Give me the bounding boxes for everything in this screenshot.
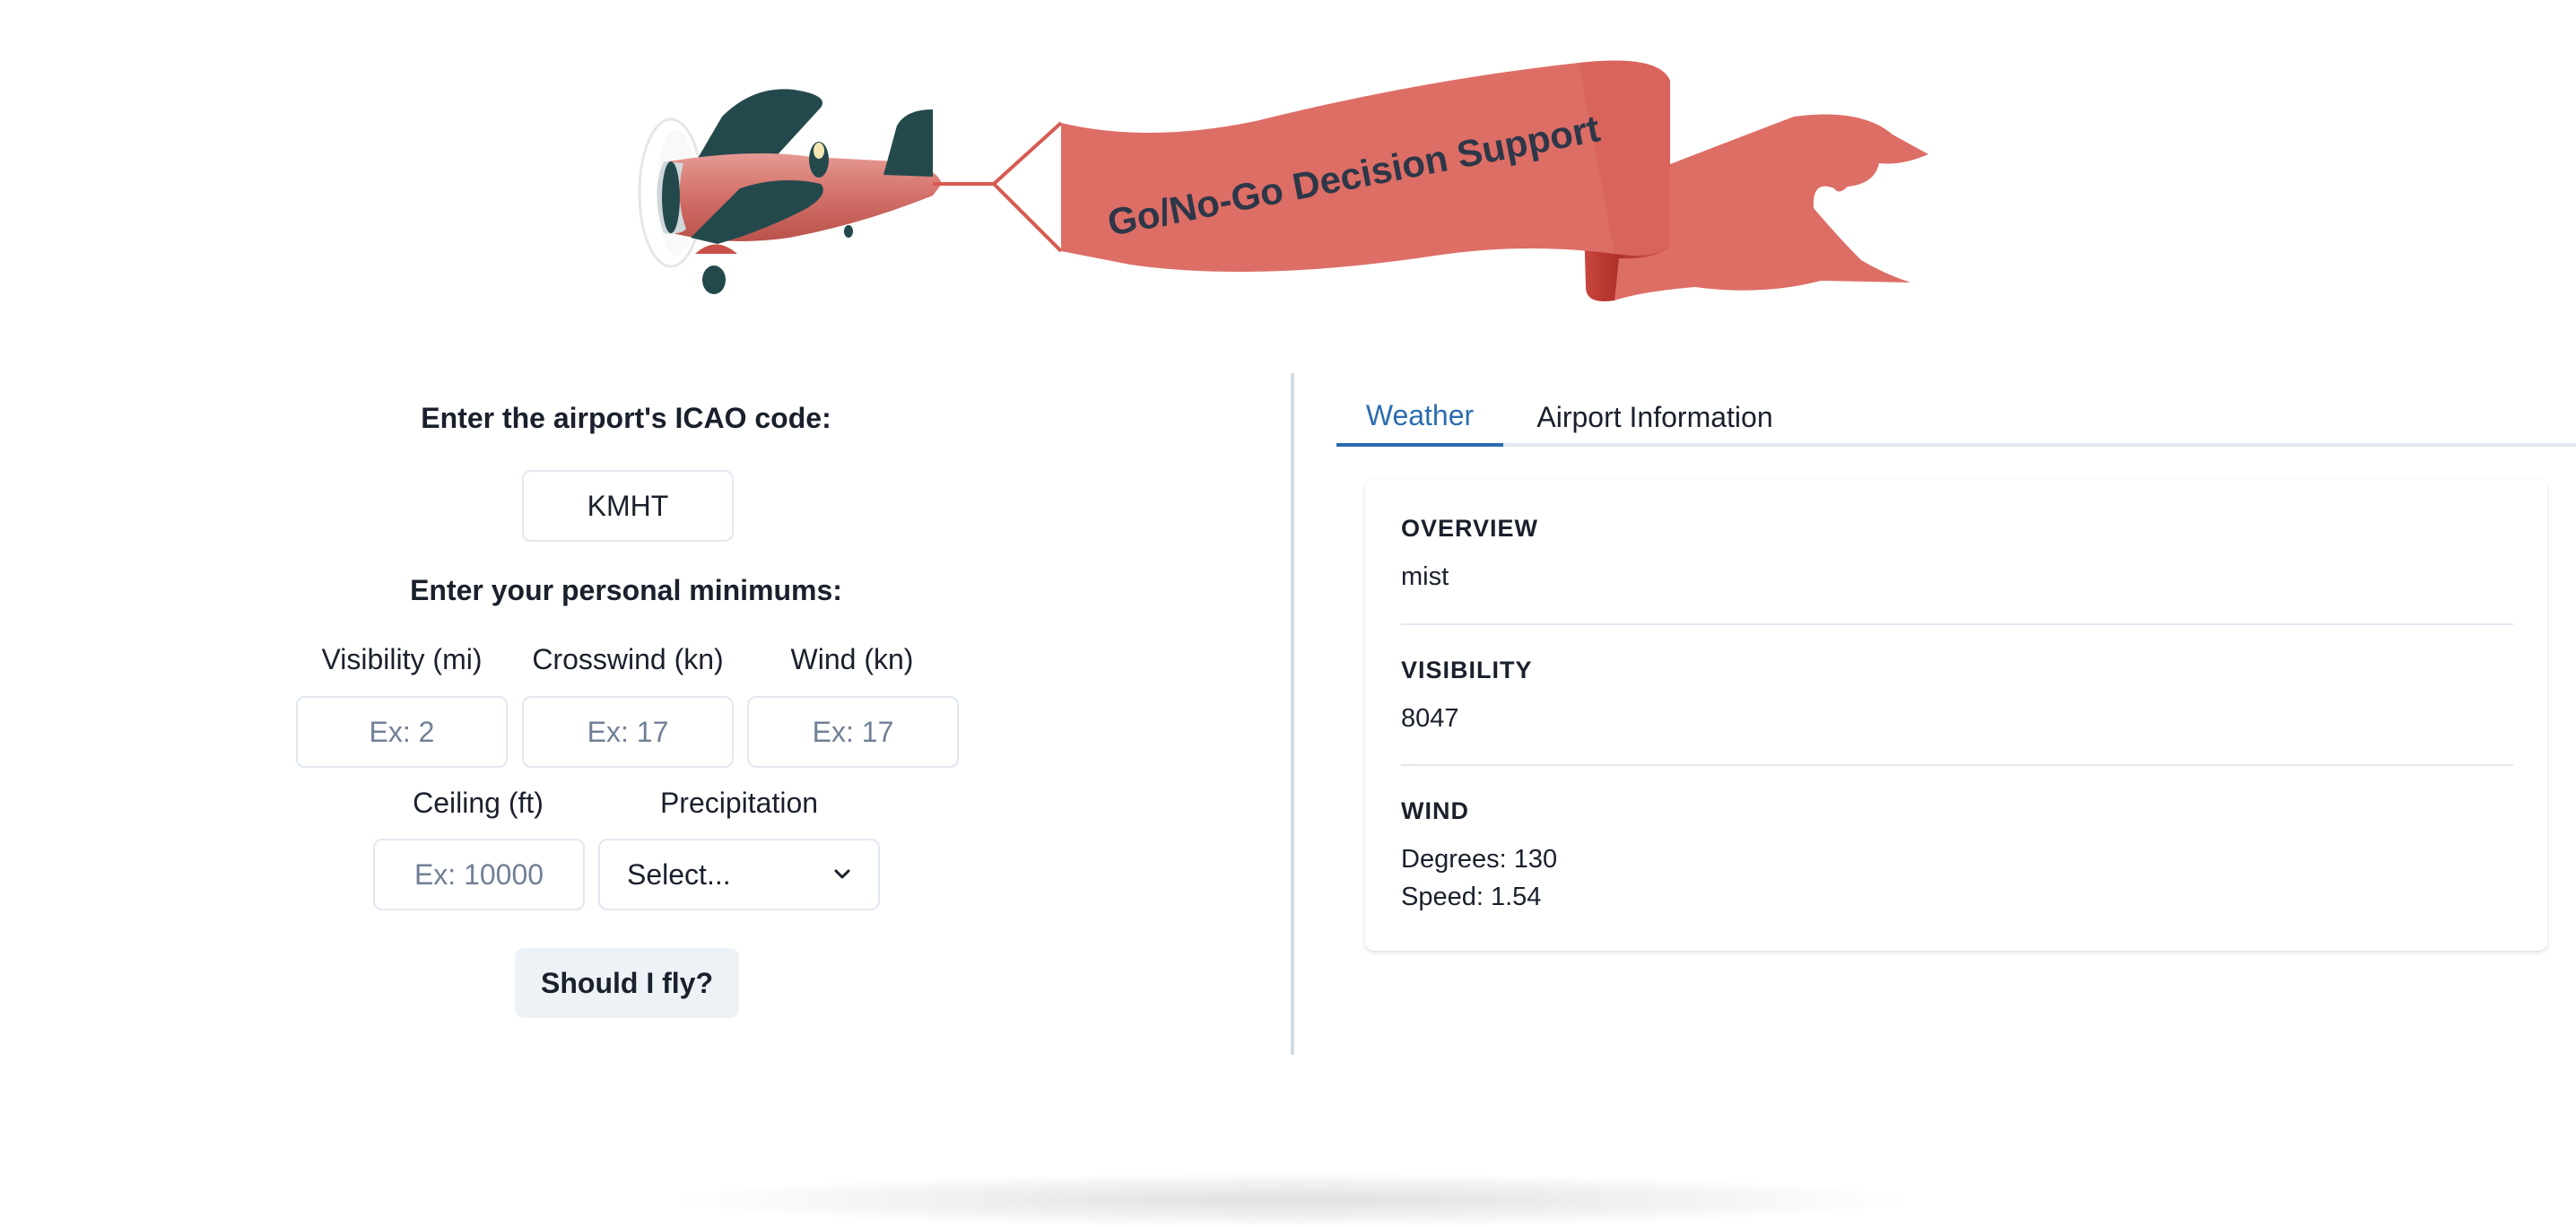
- airplane-icon: [638, 89, 942, 294]
- overview-value: mist: [1401, 562, 1449, 591]
- ceiling-label: Ceiling (ft): [413, 787, 544, 819]
- visibility-label: Visibility (mi): [321, 643, 483, 675]
- precipitation-selected-value: Select...: [627, 857, 731, 891]
- minimums-label: Enter your personal minimums:: [410, 574, 842, 606]
- wind-degrees: Degrees: 130: [1401, 845, 1558, 874]
- crosswind-label: Crosswind (kn): [532, 643, 724, 675]
- visibility-input[interactable]: [296, 696, 508, 768]
- section-divider: [1401, 623, 2513, 625]
- ceiling-input[interactable]: [373, 839, 585, 910]
- icao-label: Enter the airport's ICAO code:: [421, 402, 831, 434]
- hero-plane-banner: Go/No-Go Decision Support: [638, 60, 1928, 301]
- wind-input[interactable]: [747, 696, 959, 768]
- chevron-down-icon: [834, 869, 850, 879]
- wind-label: Wind (kn): [790, 643, 914, 675]
- panel-divider: [1291, 373, 1294, 1055]
- weather-card: OVERVIEW mist VISIBILITY 8047 WIND Degre…: [1365, 479, 2547, 951]
- crosswind-input[interactable]: [522, 696, 734, 768]
- should-i-fly-button[interactable]: Should I fly?: [515, 948, 739, 1018]
- icao-input[interactable]: [522, 470, 734, 542]
- overview-title: OVERVIEW: [1401, 515, 1539, 542]
- section-divider: [1401, 764, 2513, 766]
- precipitation-select[interactable]: Select...: [598, 839, 880, 910]
- wind-title: WIND: [1401, 797, 1469, 824]
- precipitation-label: Precipitation: [659, 787, 819, 819]
- visibility-title: VISIBILITY: [1401, 657, 1533, 683]
- tab-airport-information[interactable]: Airport Information: [1516, 387, 1794, 447]
- bottom-shadow: [682, 1173, 1902, 1227]
- visibility-value: 8047: [1401, 704, 1459, 733]
- tab-weather[interactable]: Weather: [1336, 387, 1503, 447]
- tow-rope: [933, 121, 1063, 253]
- wind-speed: Speed: 1.54: [1401, 883, 1542, 911]
